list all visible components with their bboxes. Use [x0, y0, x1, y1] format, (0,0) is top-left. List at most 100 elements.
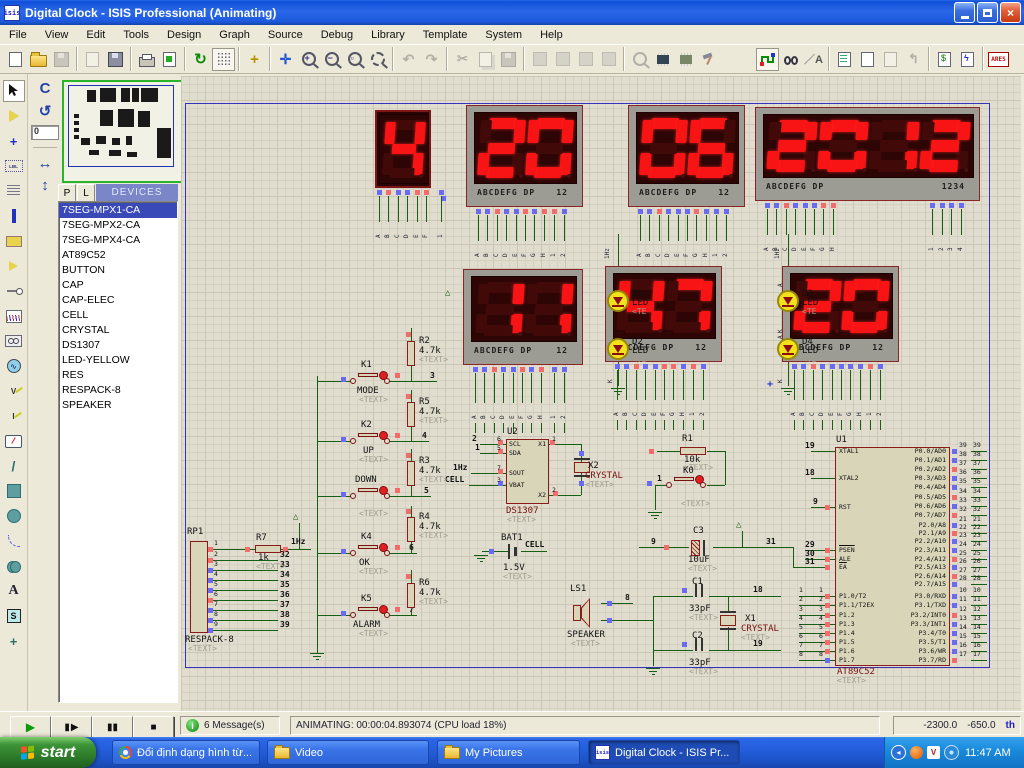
component-button[interactable] [358, 433, 378, 437]
2d-symbol-tool[interactable]: S [3, 605, 25, 627]
2d-path-tool[interactable] [3, 555, 25, 577]
wire-autorouter-button[interactable] [756, 48, 779, 71]
component-button[interactable] [358, 545, 378, 549]
device-item-CAP-ELEC[interactable]: CAP-ELEC [59, 293, 177, 308]
tape-recorder-tool[interactable] [3, 330, 25, 352]
wire-label-tool[interactable]: LBL [3, 155, 25, 177]
device-item-RES[interactable]: RES [59, 368, 177, 383]
menu-library[interactable]: Library [362, 27, 414, 43]
device-item-7SEG-MPX4-CA[interactable]: 7SEG-MPX4-CA [59, 233, 177, 248]
device-item-LED-YELLOW[interactable]: LED-YELLOW [59, 353, 177, 368]
component-D3[interactable] [777, 290, 799, 312]
bus-tool[interactable] [3, 205, 25, 227]
cut-button[interactable]: ✂ [451, 48, 474, 71]
2d-marker-tool[interactable]: + [3, 630, 25, 652]
device-item-DS1307[interactable]: DS1307 [59, 338, 177, 353]
taskbar-button-3[interactable]: My Pictures [437, 740, 580, 765]
2d-arc-tool[interactable] [3, 530, 25, 552]
pan-button[interactable]: ✛ [274, 48, 297, 71]
grid-toggle-button[interactable] [212, 48, 235, 71]
virtual-instrument-tool[interactable] [3, 430, 25, 452]
title-bar[interactable]: isis Digital Clock - ISIS Professional (… [0, 0, 1024, 25]
property-assignment-button[interactable]: ／A [802, 48, 825, 71]
bill-of-materials-button[interactable] [933, 48, 956, 71]
message-panel[interactable]: i 6 Message(s) [180, 716, 280, 735]
voltage-probe-tool[interactable]: V [3, 380, 25, 402]
open-design-button[interactable] [27, 48, 50, 71]
play-button[interactable]: ▶ [10, 716, 51, 738]
rotate-cw-button[interactable]: C [40, 80, 51, 97]
current-probe-tool[interactable]: I [3, 405, 25, 427]
device-item-BUTTON[interactable]: BUTTON [59, 263, 177, 278]
display-seg-year[interactable]: ABCDEFG DP1234 [755, 107, 980, 201]
device-item-SPEAKER[interactable]: SPEAKER [59, 398, 177, 413]
decompose-button[interactable] [697, 48, 720, 71]
block-move-button[interactable] [551, 48, 574, 71]
menu-graph[interactable]: Graph [210, 27, 259, 43]
menu-help[interactable]: Help [531, 27, 572, 43]
component-D2[interactable] [607, 338, 629, 360]
block-rotate-button[interactable] [574, 48, 597, 71]
component-crystal[interactable] [720, 615, 736, 626]
component-RP1[interactable] [190, 541, 208, 633]
import-section-button[interactable] [81, 48, 104, 71]
new-sheet-button[interactable] [856, 48, 879, 71]
component-button[interactable] [358, 488, 378, 492]
device-item-CRYSTAL[interactable]: CRYSTAL [59, 323, 177, 338]
redraw-button[interactable]: ↻ [189, 48, 212, 71]
menu-file[interactable]: File [0, 27, 36, 43]
save-design-button[interactable] [50, 48, 73, 71]
component-resistor[interactable] [407, 517, 415, 542]
schematic-canvas[interactable]: △△△345671Hz3233343536373839211HzCELLCELL… [181, 76, 1021, 711]
junction-dot-tool[interactable]: + [3, 130, 25, 152]
menu-edit[interactable]: Edit [77, 27, 114, 43]
maximize-button[interactable] [977, 2, 998, 23]
display-seg-hour-h[interactable] [375, 110, 431, 188]
block-copy-button[interactable] [528, 48, 551, 71]
component-button[interactable] [358, 373, 378, 377]
taskbar-button-4[interactable]: isisDigital Clock - ISIS Pr... [588, 740, 740, 765]
display-seg-hours[interactable]: ABCDEFG DP12 [463, 269, 583, 365]
component-speaker[interactable] [573, 605, 581, 621]
device-item-7SEG-MPX1-CA[interactable]: 7SEG-MPX1-CA [59, 203, 177, 218]
zoom-all-button[interactable]: ▫ [343, 48, 366, 71]
2d-text-tool[interactable]: A [3, 580, 25, 602]
component-D1[interactable] [607, 290, 629, 312]
display-seg-month[interactable]: ABCDEFG DP12 [628, 105, 745, 207]
angle-field[interactable]: 0 [31, 125, 59, 140]
print-button[interactable] [135, 48, 158, 71]
design-explorer-button[interactable] [833, 48, 856, 71]
remove-sheet-button[interactable] [879, 48, 902, 71]
zoom-in-button[interactable]: + [297, 48, 320, 71]
mirror-y-button[interactable]: ↕ [41, 177, 49, 194]
stop-button[interactable]: ■ [133, 716, 174, 738]
device-item-CAP[interactable]: CAP [59, 278, 177, 293]
2d-circle-tool[interactable] [3, 505, 25, 527]
menu-template[interactable]: Template [414, 27, 477, 43]
mark-output-area-button[interactable] [158, 48, 181, 71]
device-item-7SEG-MPX2-CA[interactable]: 7SEG-MPX2-CA [59, 218, 177, 233]
2d-box-tool[interactable] [3, 480, 25, 502]
component-resistor[interactable] [407, 461, 415, 486]
zoom-area-button[interactable] [366, 48, 389, 71]
step-button[interactable]: ▮▶ [51, 716, 92, 738]
pause-button[interactable]: ▮▮ [92, 716, 133, 738]
copy-button[interactable] [474, 48, 497, 71]
component-resistor[interactable] [255, 545, 281, 553]
2d-line-tool[interactable]: / [3, 455, 25, 477]
menu-debug[interactable]: Debug [312, 27, 362, 43]
menu-design[interactable]: Design [158, 27, 210, 43]
menu-view[interactable]: View [36, 27, 78, 43]
taskbar-button-2[interactable]: Video [267, 740, 429, 765]
component-resistor[interactable] [407, 402, 415, 427]
device-pin-tool[interactable] [3, 280, 25, 302]
terminal-tool[interactable] [3, 255, 25, 277]
component-D4[interactable] [777, 338, 799, 360]
device-list[interactable]: 7SEG-MPX1-CA7SEG-MPX2-CA7SEG-MPX4-CAAT89… [58, 201, 178, 703]
packaging-tool-button[interactable] [674, 48, 697, 71]
menu-tools[interactable]: Tools [114, 27, 158, 43]
close-button[interactable]: × [1000, 2, 1021, 23]
overview-window[interactable] [62, 80, 184, 183]
menu-source[interactable]: Source [259, 27, 312, 43]
pick-device-button[interactable] [628, 48, 651, 71]
